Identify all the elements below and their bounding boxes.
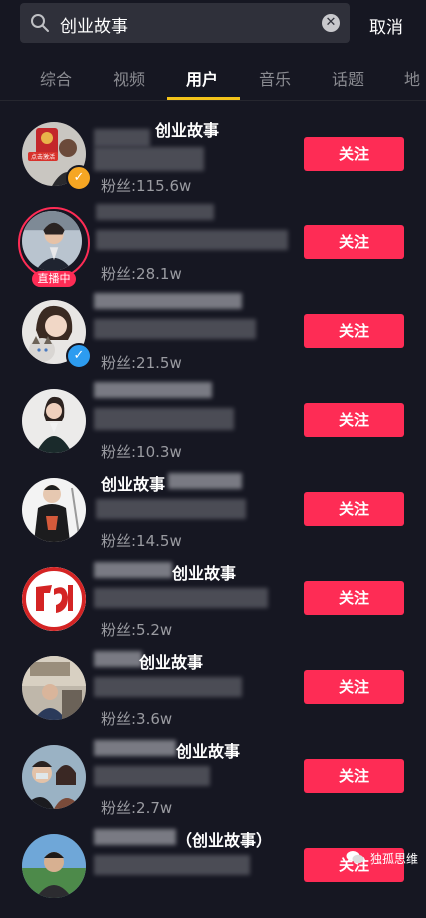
redacted-name [94,829,176,845]
avatar-image [22,211,82,271]
user-row[interactable]: ✓ 粉丝:21.5w 关注 [0,293,426,384]
redacted-name [94,293,242,309]
avatar-tag: 点击激活 [31,153,55,161]
tab-music[interactable]: 音乐 [259,66,291,90]
clear-icon[interactable]: ✕ [322,14,340,32]
redacted-bio [96,499,246,519]
wechat-icon [346,851,364,864]
follow-button[interactable]: 关注 [304,759,404,793]
user-name: 创业故事 [155,121,220,140]
verified-badge-icon: ✓ [66,343,92,369]
redacted-name [168,473,242,489]
follow-button[interactable]: 关注 [304,137,404,171]
avatar[interactable] [22,211,82,271]
follow-button[interactable]: 关注 [304,403,404,437]
redacted-bio [94,319,256,339]
verified-badge-icon: ✓ [66,165,92,191]
watermark-text: 独孤思维 [370,852,419,866]
search-input[interactable]: 创业故事 [60,12,128,37]
user-row[interactable]: 点击激活 ✓ 创业故事 粉丝:115.6w 关注 [0,117,426,206]
avatar[interactable] [22,834,86,898]
redacted-bio [94,855,250,875]
tab-all[interactable]: 综合 [40,66,72,90]
follow-button[interactable]: 关注 [304,314,404,348]
follow-button[interactable]: 关注 [304,225,404,259]
redacted-bio [94,766,210,786]
fans-count: 粉丝:115.6w [101,177,192,195]
user-row[interactable]: 创业故事 粉丝:5.2w 关注 [0,562,426,651]
redacted-bio [94,147,204,171]
avatar[interactable] [22,745,86,809]
user-row[interactable]: 粉丝:10.3w 关注 [0,382,426,473]
follow-button[interactable]: 关注 [304,492,404,526]
user-name: 创业故事 [101,475,166,494]
fans-count: 粉丝:5.2w [101,621,173,639]
follow-button[interactable]: 关注 [304,670,404,704]
fans-count: 粉丝:10.3w [101,443,182,461]
avatar-image [22,656,86,720]
user-row[interactable]: 创业故事 粉丝:3.6w 关注 [0,651,426,740]
tab-location[interactable]: 地 [404,66,420,90]
redacted-name [94,562,172,578]
user-row[interactable]: 直播中 粉丝:28.1w 关注 [0,204,426,295]
user-name: 创业故事 [139,653,204,672]
avatar[interactable] [22,656,86,720]
tab-video[interactable]: 视频 [113,66,145,90]
user-row[interactable]: （创业故事） 关注 [0,829,426,918]
fans-count: 粉丝:2.7w [101,799,173,817]
avatar-image [22,745,86,809]
active-tab-indicator [167,97,240,100]
redacted-name [94,129,150,147]
redacted-bio [94,408,234,430]
avatar[interactable] [22,567,86,631]
avatar-image [22,389,86,453]
user-name: （创业故事） [176,831,273,850]
fans-count: 粉丝:21.5w [101,354,182,372]
avatar-image [22,834,86,898]
redacted-bio [96,230,288,250]
user-name: 创业故事 [176,742,241,761]
avatar-image [22,567,86,631]
redacted-name [96,204,214,220]
user-row[interactable]: 创业故事 粉丝:2.7w 关注 [0,740,426,829]
tab-topics[interactable]: 话题 [332,66,364,90]
redacted-name [94,382,212,398]
fans-count: 粉丝:3.6w [101,710,173,728]
avatar[interactable] [22,478,86,542]
search-bar[interactable]: 创业故事 ✕ [20,3,350,43]
tab-bar: 综合 视频 用户 音乐 话题 地 [0,58,426,101]
fans-count: 粉丝:14.5w [101,532,182,550]
cancel-button[interactable]: 取消 [369,13,403,38]
redacted-name [94,740,176,756]
search-icon [31,14,49,32]
avatar-image [22,478,86,542]
follow-button[interactable]: 关注 [304,581,404,615]
fans-count: 粉丝:28.1w [101,265,182,283]
avatar[interactable] [22,389,86,453]
user-row[interactable]: 创业故事 粉丝:14.5w 关注 [0,473,426,562]
tab-users[interactable]: 用户 [186,66,218,90]
redacted-bio [94,588,268,608]
redacted-name [94,651,142,667]
live-badge: 直播中 [32,271,76,287]
user-name: 创业故事 [172,564,237,583]
redacted-bio [94,677,242,697]
